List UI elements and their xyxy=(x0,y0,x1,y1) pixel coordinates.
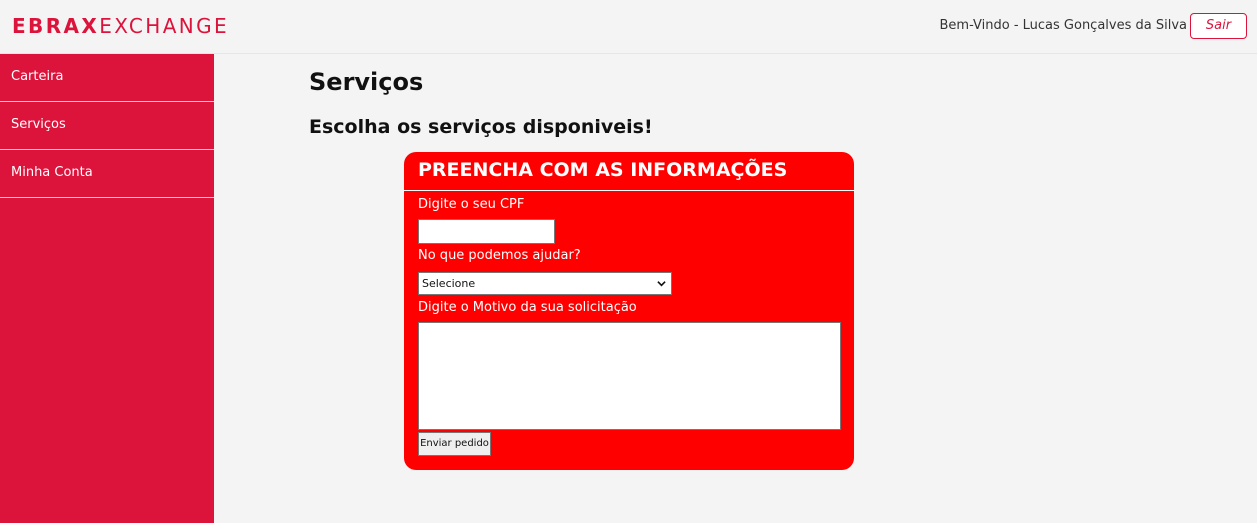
help-select-value: Selecione xyxy=(422,277,476,290)
page-subtitle: Escolha os serviços disponiveis! xyxy=(309,116,653,138)
logo-bold-text: EBRAX xyxy=(12,14,100,38)
service-request-form: PREENCHA COM AS INFORMAÇÕES Digite o seu… xyxy=(404,152,854,470)
welcome-text: Bem-Vindo - Lucas Gonçalves da Silva xyxy=(939,18,1187,33)
sidebar-item-minha-conta[interactable]: Minha Conta xyxy=(0,150,214,198)
page-title: Serviços xyxy=(309,68,424,96)
reason-label: Digite o Motivo da sua solicitação xyxy=(418,300,637,315)
logout-button[interactable]: Sair xyxy=(1190,13,1247,39)
sidebar-item-servicos[interactable]: Serviços xyxy=(0,102,214,150)
help-select[interactable]: Selecione xyxy=(418,272,672,295)
sidebar-item-carteira[interactable]: Carteira xyxy=(0,54,214,102)
cpf-input[interactable] xyxy=(418,219,555,244)
cpf-label: Digite o seu CPF xyxy=(418,197,525,212)
logo-light-text: EXCHANGE xyxy=(99,14,230,38)
submit-button[interactable]: Enviar pedido xyxy=(418,432,491,456)
brand-logo[interactable]: EBRAXEXCHANGE xyxy=(12,14,229,38)
reason-textarea[interactable] xyxy=(418,322,841,430)
chevron-down-icon xyxy=(657,281,666,287)
form-header: PREENCHA COM AS INFORMAÇÕES xyxy=(418,159,788,181)
sidebar: Carteira Serviços Minha Conta xyxy=(0,54,214,523)
help-label: No que podemos ajudar? xyxy=(418,248,581,263)
form-divider xyxy=(404,190,854,191)
top-bar: EBRAXEXCHANGE Bem-Vindo - Lucas Gonçalve… xyxy=(0,0,1257,54)
